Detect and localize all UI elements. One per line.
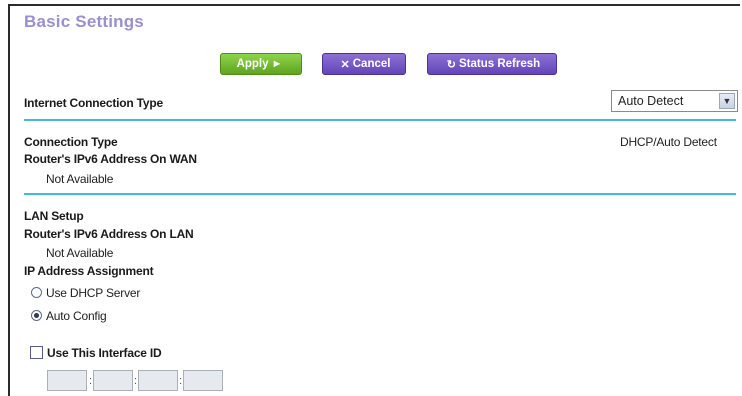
interface-id-separator: : <box>134 375 138 387</box>
lan-setup-label: LAN Setup <box>24 209 84 223</box>
interface-id-separator: : <box>89 375 93 387</box>
apply-button[interactable]: Apply ► <box>220 53 302 75</box>
cancel-button-label: Cancel <box>352 58 391 70</box>
use-dhcp-server-label[interactable]: Use DHCP Server <box>46 286 140 300</box>
interface-id-field-3[interactable] <box>138 370 178 391</box>
internet-connection-type-label: Internet Connection Type <box>24 96 163 110</box>
internet-connection-type-value: Auto Detect <box>618 94 684 108</box>
interface-id-field-1[interactable] <box>47 370 87 391</box>
play-arrow-icon: ► <box>271 58 283 70</box>
ipv6-lan-value: Not Available <box>46 246 114 260</box>
section-divider <box>24 119 736 121</box>
interface-id-separator: : <box>179 375 183 387</box>
interface-id-field-4[interactable] <box>183 370 223 391</box>
page-title: Basic Settings <box>24 12 144 31</box>
cancel-button[interactable]: ✕ Cancel <box>322 53 406 75</box>
ipv6-lan-label: Router's IPv6 Address On LAN <box>24 227 194 241</box>
auto-config-radio[interactable] <box>31 310 42 321</box>
connection-type-label: Connection Type <box>24 135 118 149</box>
chevron-down-icon[interactable]: ▼ <box>719 93 735 109</box>
close-icon: ✕ <box>340 58 350 71</box>
status-refresh-button-label: Status Refresh <box>459 58 541 70</box>
internet-connection-type-select[interactable]: Auto Detect ▼ <box>611 90 738 112</box>
ipv6-wan-label: Router's IPv6 Address On WAN <box>24 152 197 166</box>
refresh-icon: ↻ <box>446 58 457 71</box>
use-interface-id-checkbox[interactable] <box>30 346 43 359</box>
connection-type-value: DHCP/Auto Detect <box>620 135 717 149</box>
use-dhcp-server-radio[interactable] <box>31 287 42 298</box>
ipv6-wan-value: Not Available <box>46 172 114 186</box>
auto-config-label[interactable]: Auto Config <box>46 309 107 323</box>
interface-id-field-2[interactable] <box>93 370 133 391</box>
apply-button-label: Apply <box>236 58 269 70</box>
use-interface-id-label[interactable]: Use This Interface ID <box>47 346 162 360</box>
ip-address-assignment-label: IP Address Assignment <box>24 264 154 278</box>
status-refresh-button[interactable]: ↻ Status Refresh <box>427 53 557 75</box>
section-divider <box>24 193 736 195</box>
